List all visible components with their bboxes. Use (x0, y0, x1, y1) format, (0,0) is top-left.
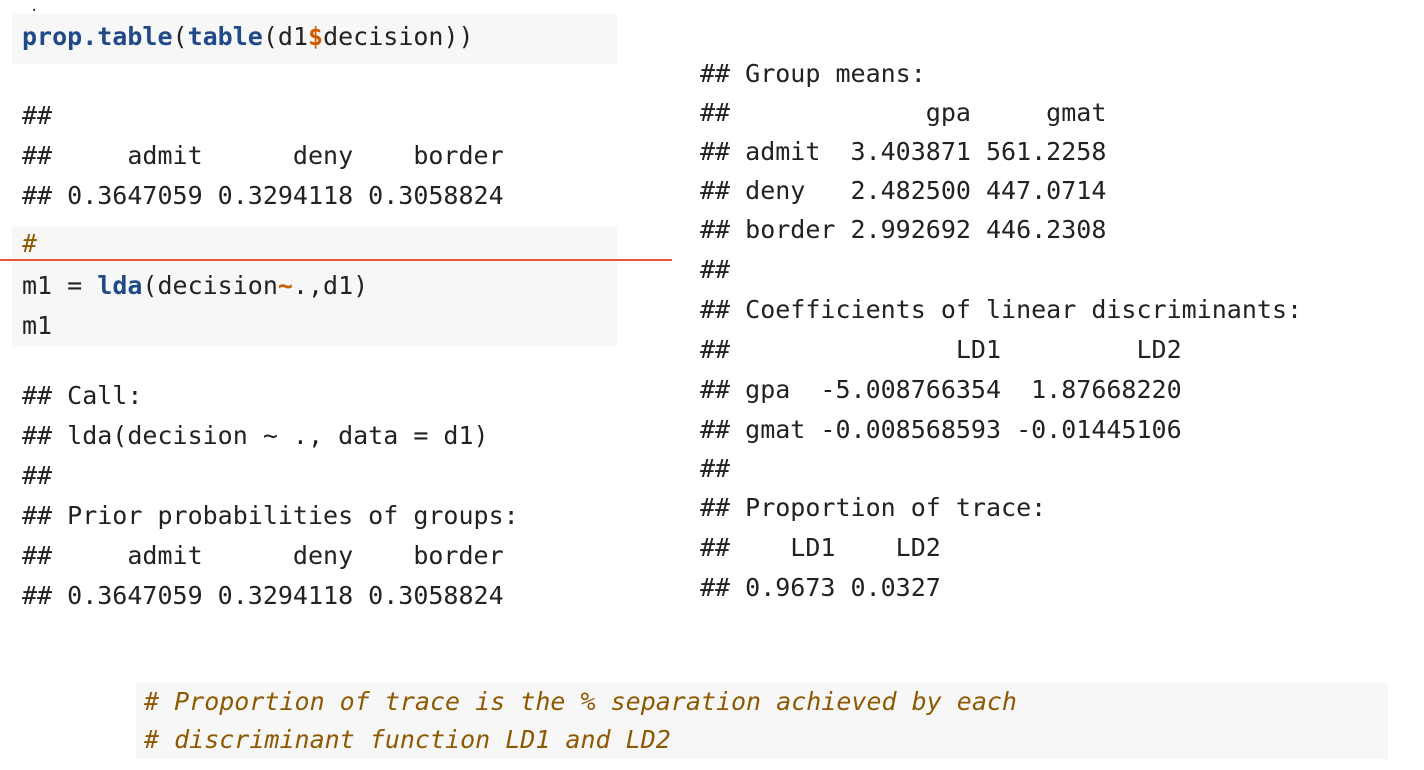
output-lda-summary: ## Group means: ## gpa gmat ## admit 3.4… (700, 54, 1420, 614)
code-arg-decision: decision)) (323, 22, 474, 51)
code-arg-d1: (d1 (262, 22, 308, 51)
code-fn-prop-table: prop.table (22, 22, 173, 51)
annotation-line (0, 259, 672, 261)
stray-dot: . (30, 0, 39, 15)
code-fn-lda: lda (97, 271, 143, 300)
output-line: ## admit 3.403871 561.2258 (700, 137, 1107, 166)
code-comment: # (22, 229, 38, 258)
code-comment: # discriminant function LD1 and LD2 (144, 725, 671, 754)
code-line-m1: m1 (22, 311, 53, 340)
code-line-lda: m1 = lda(decision~.,d1) (22, 266, 368, 306)
output-line: ## gpa -5.008766354 1.87668220 (700, 375, 1182, 404)
output-line: ## (22, 101, 53, 130)
output-line: ## lda(decision ~ ., data = d1) (22, 421, 489, 450)
output-prop-table: ## ## admit deny border ## 0.3647059 0.3… (22, 96, 642, 216)
code-assign: m1 = (22, 271, 98, 300)
code-comment: # Proportion of trace is the % separatio… (144, 687, 1017, 716)
code-paren: ( (172, 22, 188, 51)
code-arg-data: .,d1) (292, 271, 369, 300)
output-line: ## 0.3647059 0.3294118 0.3058824 (22, 181, 504, 210)
output-line: ## Group means: (700, 59, 926, 88)
code-chunk-trace-comment: # Proportion of trace is the % separatio… (136, 683, 1388, 759)
code-chunk-prop-table: prop.table(table(d1$decision)) (12, 14, 617, 64)
output-line: ## Prior probabilities of groups: (22, 501, 519, 530)
output-line: ## (22, 461, 53, 490)
code-dollar-operator: $ (308, 22, 324, 51)
output-line: ## Proportion of trace: (700, 493, 1047, 522)
output-line: ## border 2.992692 446.2308 (700, 215, 1107, 244)
output-line: ## Call: (22, 381, 143, 410)
output-line: ## 0.9673 0.0327 (700, 573, 941, 602)
output-line: ## gmat -0.008568593 -0.01445106 (700, 415, 1182, 444)
output-line: ## admit deny border (22, 541, 504, 570)
code-tilde-operator: ~ (277, 271, 293, 300)
output-line: ## gpa gmat (700, 98, 1107, 127)
output-line: ## (700, 255, 731, 284)
code-arg-formula: (decision (142, 271, 278, 300)
output-line: ## admit deny border (22, 141, 504, 170)
output-line: ## 0.3647059 0.3294118 0.3058824 (22, 581, 504, 610)
output-line: ## LD1 LD2 (700, 533, 941, 562)
code-line-prop-table: prop.table(table(d1$decision)) (22, 17, 474, 57)
output-lda-call: ## Call: ## lda(decision ~ ., data = d1)… (22, 376, 642, 616)
output-line: ## Coefficients of linear discriminants: (700, 295, 1303, 324)
output-line: ## LD1 LD2 (700, 335, 1182, 364)
output-line: ## deny 2.482500 447.0714 (700, 176, 1107, 205)
code-chunk-lda: # m1 = lda(decision~.,d1) m1 (12, 226, 617, 346)
output-line: ## (700, 454, 731, 483)
code-fn-table: table (187, 22, 263, 51)
